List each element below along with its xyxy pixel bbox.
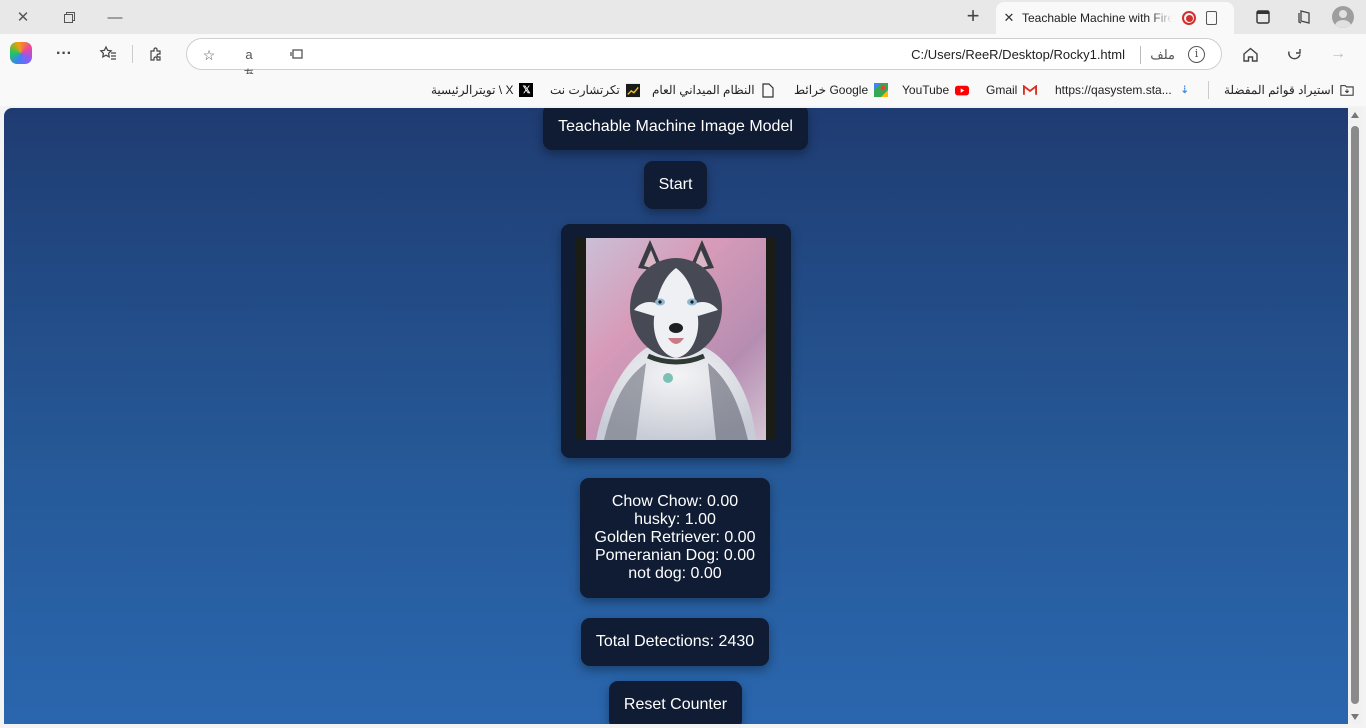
gmail-icon: [1023, 83, 1038, 97]
bookmark-label: YouTube: [902, 83, 950, 97]
home-icon[interactable]: [1238, 42, 1262, 66]
bookmark-label: https://qasystem.sta...: [1055, 83, 1172, 97]
bookmark-label: النظام الميداني العام: [652, 83, 755, 97]
predictions-panel: Chow Chow: 0.00 husky: 1.00 Golden Retri…: [580, 478, 770, 598]
bookmark-import-favorites[interactable]: استيراد قوائم المفضلة: [1224, 82, 1354, 98]
bookmark-field-system[interactable]: النظام الميداني العام: [652, 82, 775, 98]
tab-close-icon[interactable]: ✕: [996, 10, 1022, 26]
tab-bar: ✕ — + ✕ Teachable Machine with Firebase: [0, 0, 1366, 34]
total-detections: Total Detections: 2430: [581, 618, 769, 666]
address-bar[interactable]: ☆ aあ C:/Users/ReeR/Desktop/Rocky1.html م…: [186, 38, 1222, 82]
recording-icon: [1182, 11, 1196, 25]
bookmark-label: تويترالرئيسية \ X: [431, 83, 514, 97]
scroll-up-icon[interactable]: [1351, 112, 1359, 118]
extensions-icon[interactable]: [144, 42, 168, 66]
bookmarks-divider: [1208, 81, 1209, 99]
prediction-golden-retriever: Golden Retriever: 0.00: [594, 529, 756, 546]
address-url[interactable]: C:/Users/ReeR/Desktop/Rocky1.html: [911, 47, 1125, 62]
page-title: Teachable Machine Image Model: [543, 108, 808, 150]
page-icon: [1206, 11, 1217, 25]
profile-avatar[interactable]: [1332, 6, 1354, 28]
bookmark-label: خرائط Google: [794, 83, 869, 97]
bookmark-qasystem[interactable]: https://qasystem.sta... ⇣: [1055, 82, 1192, 98]
prediction-husky: husky: 1.00: [634, 511, 716, 528]
bookmark-google-maps[interactable]: خرائط Google: [794, 82, 889, 98]
tab-active[interactable]: ✕ Teachable Machine with Firebase: [996, 2, 1234, 34]
prediction-not-dog: not dog: 0.00: [628, 565, 722, 582]
folder-import-icon: [1340, 83, 1354, 97]
copilot-icon[interactable]: [10, 42, 32, 64]
prediction-chow-chow: Chow Chow: 0.00: [611, 493, 739, 510]
read-aloud-icon[interactable]: aあ: [239, 45, 259, 82]
split-screen-icon[interactable]: [1252, 6, 1274, 28]
husky-dog-photo: [576, 238, 776, 440]
immersive-reader-icon[interactable]: [287, 45, 307, 65]
bookmark-label: استيراد قوائم المفضلة: [1224, 83, 1335, 97]
youtube-icon: [955, 83, 970, 97]
tab-title: Teachable Machine with Firebase: [1022, 11, 1172, 25]
x-icon: 𝕏: [519, 83, 534, 97]
bookmark-youtube[interactable]: YouTube: [902, 82, 970, 98]
bookmark-x-home[interactable]: تويترالرئيسية \ X 𝕏: [431, 82, 534, 98]
forward-icon[interactable]: →: [1326, 42, 1350, 66]
maps-icon: [874, 83, 889, 97]
new-tab-button[interactable]: +: [960, 4, 986, 30]
page-icon: [761, 82, 775, 98]
vertical-scrollbar[interactable]: [1348, 108, 1362, 724]
bookmark-gmail[interactable]: Gmail: [986, 82, 1038, 98]
address-scheme-label: ملف: [1150, 47, 1175, 62]
start-button[interactable]: Start: [644, 161, 707, 209]
toolbar-divider: [132, 45, 133, 63]
chart-icon: [625, 83, 640, 97]
more-options-icon[interactable]: ···: [52, 42, 76, 66]
site-info-icon[interactable]: i: [1188, 46, 1205, 63]
site-icon: ⇣: [1180, 84, 1189, 96]
refresh-icon[interactable]: [1282, 42, 1306, 66]
bookmark-tecrtchart[interactable]: تكرتشارت نت: [550, 82, 640, 98]
collections-icon[interactable]: [1293, 6, 1315, 28]
favorites-icon[interactable]: [96, 42, 120, 66]
minimize-window-button[interactable]: —: [92, 0, 138, 34]
bookmark-label: Gmail: [986, 83, 1018, 97]
close-window-button[interactable]: ✕: [0, 0, 46, 34]
scrollbar-thumb[interactable]: [1351, 126, 1359, 704]
reset-counter-button[interactable]: Reset Counter: [609, 681, 742, 724]
prediction-pomeranian: Pomeranian Dog: 0.00: [594, 547, 756, 564]
address-divider: [1140, 46, 1141, 64]
webcam-container: [561, 224, 791, 458]
page-viewport: Teachable Machine Image Model Start Chow…: [4, 108, 1348, 724]
restore-window-button[interactable]: [46, 0, 92, 34]
add-favorite-star-icon[interactable]: ☆: [199, 45, 219, 65]
scroll-down-icon[interactable]: [1351, 714, 1359, 720]
bookmark-label: تكرتشارت نت: [550, 83, 620, 97]
